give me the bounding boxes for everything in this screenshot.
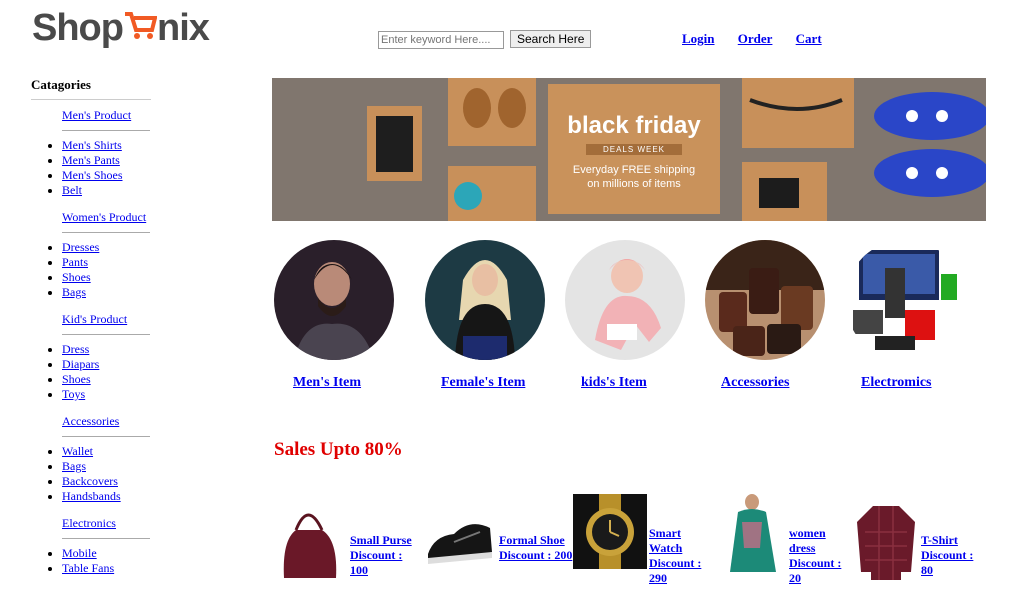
product-image-dress[interactable] [722,492,782,577]
banner-headline: black friday [567,112,701,139]
sidebar-list-accessories: Wallet Bags Backcovers Handsbands [31,444,151,504]
product-image-shoe[interactable] [424,502,494,572]
sidebar-heading-accessories[interactable]: Accessories [62,414,119,428]
banner-line2: on millions of items [587,178,681,190]
banner-line1: Everyday FREE shipping [572,164,696,176]
product-discount-dress[interactable]: Discount : 20 [789,556,841,585]
product-name-shoe[interactable]: Formal Shoe [499,533,565,547]
product-discount-shoe[interactable]: Discount : 200 [499,548,572,562]
category-label-female[interactable]: Female's Item [441,375,525,391]
sidebar-item[interactable]: Shoes [62,372,91,386]
sidebar-item[interactable]: Pants [62,255,88,269]
sidebar-item[interactable]: Men's Shoes [62,168,123,182]
category-label-accessories[interactable]: Accessories [721,375,789,391]
product-discount-watch[interactable]: Discount : 290 [649,556,701,585]
electronics-category-image [845,240,965,360]
category-label-kids[interactable]: kids's Item [581,375,647,391]
sidebar-item[interactable]: Wallet [62,444,93,458]
sidebar-list-womens: Dresses Pants Shoes Bags [31,240,151,300]
cart-logo-icon [124,12,157,39]
order-link[interactable]: Order [738,31,773,46]
category-accessories[interactable] [705,240,825,360]
top-nav: Login Order Cart [682,31,842,47]
sidebar-item[interactable]: Backcovers [62,474,118,488]
female-category-image [425,240,545,360]
sidebar-item[interactable]: Handsbands [62,489,121,503]
cart-link[interactable]: Cart [796,31,822,46]
kids-category-image [565,240,685,360]
product-discount-purse[interactable]: Discount : 100 [350,548,402,577]
product-image-watch[interactable] [573,494,647,569]
mens-category-image [274,240,394,360]
category-female[interactable] [425,240,545,360]
sidebar-item[interactable]: Belt [62,183,82,197]
sidebar-item[interactable]: Bags [62,459,86,473]
sidebar-list-electronics: Mobile Table Fans [31,546,151,576]
product-image-purse[interactable] [274,500,344,580]
sidebar-item[interactable]: Shoes [62,270,91,284]
sidebar-item[interactable]: Dresses [62,240,99,254]
search-input[interactable] [378,31,504,49]
category-kids[interactable] [565,240,685,360]
login-link[interactable]: Login [682,31,715,46]
sidebar-item[interactable]: Men's Shirts [62,138,122,152]
product-discount-tshirt[interactable]: Discount : 80 [921,548,973,577]
product-name-watch[interactable]: Smart Watch [649,526,682,555]
logo-text-left: Shop [32,7,124,49]
sidebar-item[interactable]: Mobile [62,546,97,560]
search-bar: Search Here [378,30,592,49]
sidebar-list-kids: Dress Diapars Shoes Toys [31,342,151,402]
sidebar-item[interactable]: Men's Pants [62,153,120,167]
sidebar-item[interactable]: Diapars [62,357,99,371]
category-label-mens[interactable]: Men's Item [293,375,361,391]
promo-banner[interactable]: black friday DEALS WEEK Everyday FREE sh… [272,78,986,221]
sidebar-item[interactable]: Toys [62,387,85,401]
search-button[interactable]: Search Here [510,30,592,48]
product-name-purse[interactable]: Small Purse [350,533,412,547]
sidebar-list-mens: Men's Shirts Men's Pants Men's Shoes Bel… [31,138,151,198]
category-label-electronics[interactable]: Electromics [861,375,932,391]
sidebar-heading-womens[interactable]: Women's Product [62,210,146,224]
product-image-tshirt[interactable] [855,502,917,580]
accessories-category-image [705,240,825,360]
category-mens[interactable] [274,240,394,360]
sidebar-item[interactable]: Table Fans [62,561,114,575]
site-logo[interactable]: Shop nix [32,0,232,50]
category-electronics[interactable] [845,240,965,360]
banner-badge: DEALS WEEK [586,144,682,155]
sidebar-heading-kids[interactable]: Kid's Product [62,312,127,326]
category-sidebar: Catagories Men's Product Men's Shirts Me… [31,77,151,588]
sidebar-title: Catagories [31,77,151,100]
logo-text-right: nix [156,7,210,49]
sidebar-item[interactable]: Bags [62,285,86,299]
sidebar-item[interactable]: Dress [62,342,89,356]
sidebar-heading-electronics[interactable]: Electronics [62,516,116,530]
sales-heading: Sales Upto 80% [274,439,403,460]
sidebar-heading-mens[interactable]: Men's Product [62,108,131,122]
product-name-dress[interactable]: women dress [789,526,826,555]
product-name-tshirt[interactable]: T-Shirt [921,533,958,547]
